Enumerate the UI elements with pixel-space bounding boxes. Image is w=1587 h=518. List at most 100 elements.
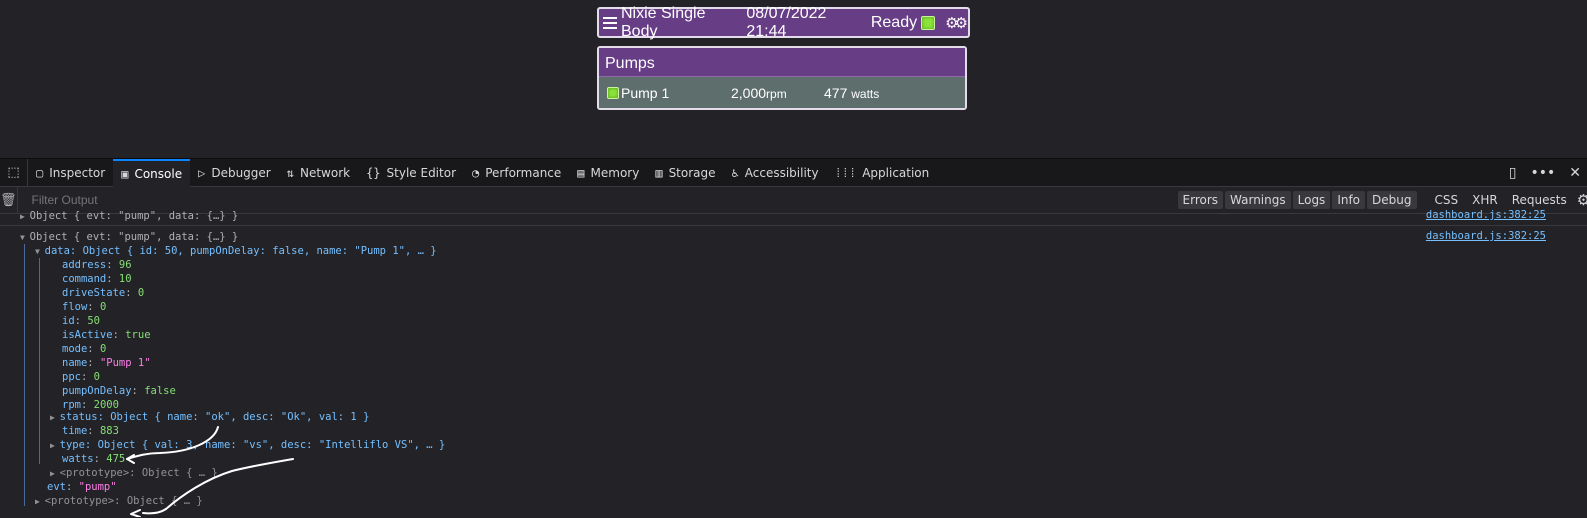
console-source-link[interactable]: dashboard.js:382:25	[1426, 209, 1546, 221]
prop-value: "Pump 1"	[99, 357, 151, 369]
pump-name: Pump 1	[621, 84, 670, 101]
prop-key: address	[62, 259, 107, 271]
accessibility-icon: ♿	[731, 166, 739, 180]
filter-requests-button[interactable]: Requests	[1512, 193, 1567, 207]
tab-storage[interactable]: ▥ Storage	[647, 159, 723, 187]
trash-icon[interactable]: 🗑	[0, 186, 18, 214]
tree-node-data[interactable]: ▼ data: Object { id: 50, pumpOnDelay: fa…	[35, 244, 437, 258]
console-entry-summary: Object { evt: "pump", data: {…} }	[29, 210, 239, 222]
tab-label: Style Editor	[386, 166, 456, 180]
devtools-window-controls: ▯ ••• ✕	[1509, 159, 1587, 186]
app-viewport: Nixie Single Body 08/07/2022 21:44 Ready…	[0, 0, 1587, 158]
filter-logs-button[interactable]: Logs	[1292, 191, 1331, 209]
tree-prop-watts: watts: 475	[62, 453, 126, 465]
tree-node-label: status: Object { name: "ok", desc: "Ok",…	[59, 411, 370, 423]
pump-row[interactable]: Pump 1 2,000rpm 477 watts	[599, 77, 965, 108]
console-icon: ▣	[121, 167, 129, 181]
app-title: Nixie Single Body	[621, 4, 706, 40]
tab-label: Inspector	[49, 166, 106, 180]
app-status: Ready	[870, 13, 918, 31]
tab-label: Network	[299, 166, 351, 180]
tab-debugger[interactable]: ▷ Debugger	[190, 159, 279, 187]
prop-value: 0	[99, 343, 107, 355]
expand-arrow-icon: ▶	[35, 497, 45, 506]
tree-node-type[interactable]: ▶ type: Object { val: 3, name: "vs", des…	[50, 438, 445, 452]
element-picker-icon[interactable]: ⬚	[0, 159, 28, 186]
log-level-buttons: Errors Warnings Logs Info Debug	[1177, 191, 1417, 209]
console-entry-divider	[0, 225, 1587, 226]
tab-performance[interactable]: ◔ Performance	[464, 159, 569, 187]
filter-xhr-button[interactable]: XHR	[1472, 193, 1498, 207]
tree-prop-mode: mode: 0	[62, 343, 107, 355]
filter-output-input[interactable]	[17, 193, 1158, 207]
prop-value: 883	[99, 425, 119, 437]
prop-key: evt	[47, 481, 66, 493]
filter-debug-button[interactable]: Debug	[1367, 191, 1417, 209]
pump-watts-unit: watts	[851, 86, 880, 101]
hamburger-icon[interactable]	[603, 16, 617, 29]
prop-value: 475	[106, 453, 126, 465]
tree-prop-time: time: 883	[62, 425, 119, 437]
pump-rpm: 2,000rpm	[731, 85, 806, 101]
prop-value: 10	[118, 273, 132, 285]
pump-rpm-unit: rpm	[766, 86, 787, 101]
prop-value: 96	[118, 259, 132, 271]
filter-errors-button[interactable]: Errors	[1177, 191, 1224, 209]
prop-value: "pump"	[78, 481, 117, 493]
tab-network[interactable]: ⇅ Network	[279, 159, 358, 187]
expand-arrow-icon: ▶	[50, 469, 60, 478]
console-source-link[interactable]: dashboard.js:382:25	[1426, 230, 1546, 242]
debugger-icon: ▷	[198, 166, 206, 180]
tree-guide-line	[39, 258, 40, 464]
gears-icon[interactable]: ⚙⚙	[945, 14, 968, 32]
tab-label: Performance	[485, 166, 562, 180]
prop-key: watts	[62, 453, 94, 465]
tree-node-status[interactable]: ▶ status: Object { name: "ok", desc: "Ok…	[50, 410, 369, 424]
storage-icon: ▥	[655, 166, 663, 180]
prop-key: mode	[62, 343, 88, 355]
tab-inspector[interactable]: ▢ Inspector	[28, 159, 113, 187]
prop-key: flow	[62, 301, 88, 313]
tree-node-prototype[interactable]: ▶ <prototype>: Object { … }	[50, 466, 218, 480]
console-settings-gear-icon[interactable]: ⚙	[1577, 191, 1587, 209]
prop-key: command	[62, 273, 107, 285]
status-led-icon	[921, 15, 936, 30]
memory-icon: ▤	[577, 166, 585, 180]
network-icon: ⇅	[286, 166, 294, 180]
inspector-icon: ▢	[36, 166, 44, 180]
console-entry[interactable]: ▼ Object { evt: "pump", data: {…} }	[20, 230, 238, 244]
console-entry-prev[interactable]: ▶ Object { evt: "pump", data: {…} }	[20, 209, 238, 223]
prop-key: pumpOnDelay	[62, 385, 132, 397]
more-options-icon[interactable]: •••	[1530, 165, 1555, 181]
prop-value: 0	[137, 287, 145, 299]
tab-console[interactable]: ▣ Console	[113, 159, 191, 187]
tab-accessibility[interactable]: ♿ Accessibility	[724, 159, 827, 187]
filter-warnings-button[interactable]: Warnings	[1225, 191, 1291, 209]
pump-rpm-value: 2,000	[731, 84, 767, 101]
tree-prop-evt: evt: "pump"	[47, 481, 117, 493]
tree-node-prototype[interactable]: ▶ <prototype>: Object { … }	[35, 494, 203, 508]
tree-prop-flow: flow: 0	[62, 301, 107, 313]
pump-status-led-icon	[607, 86, 619, 99]
tree-prop-address: address: 96	[62, 259, 132, 271]
tab-style-editor[interactable]: {} Style Editor	[358, 159, 464, 187]
tab-label: Application	[862, 166, 930, 180]
filter-css-button[interactable]: CSS	[1435, 193, 1459, 207]
application-icon: ⁞⁞⁞	[834, 165, 857, 180]
prop-key: isActive	[62, 329, 113, 341]
tab-memory[interactable]: ▤ Memory	[569, 159, 647, 187]
filter-info-button[interactable]: Info	[1332, 191, 1366, 209]
style-editor-icon: {}	[366, 166, 381, 180]
handdrawn-annotation	[126, 426, 294, 517]
tree-prop-ppc: ppc: 0	[62, 371, 100, 383]
prop-value: false	[144, 385, 176, 397]
app-header-bar: Nixie Single Body 08/07/2022 21:44 Ready…	[597, 4, 970, 40]
prop-key: name	[62, 357, 88, 369]
dock-side-icon[interactable]: ▯	[1509, 165, 1517, 181]
prop-key: time	[62, 425, 88, 437]
tab-label: Debugger	[211, 166, 271, 180]
close-icon[interactable]: ✕	[1569, 165, 1581, 181]
pump-watts: 477 watts	[824, 85, 879, 101]
tab-label: Console	[134, 167, 183, 181]
tab-application[interactable]: ⁞⁞⁞ Application	[827, 159, 938, 187]
